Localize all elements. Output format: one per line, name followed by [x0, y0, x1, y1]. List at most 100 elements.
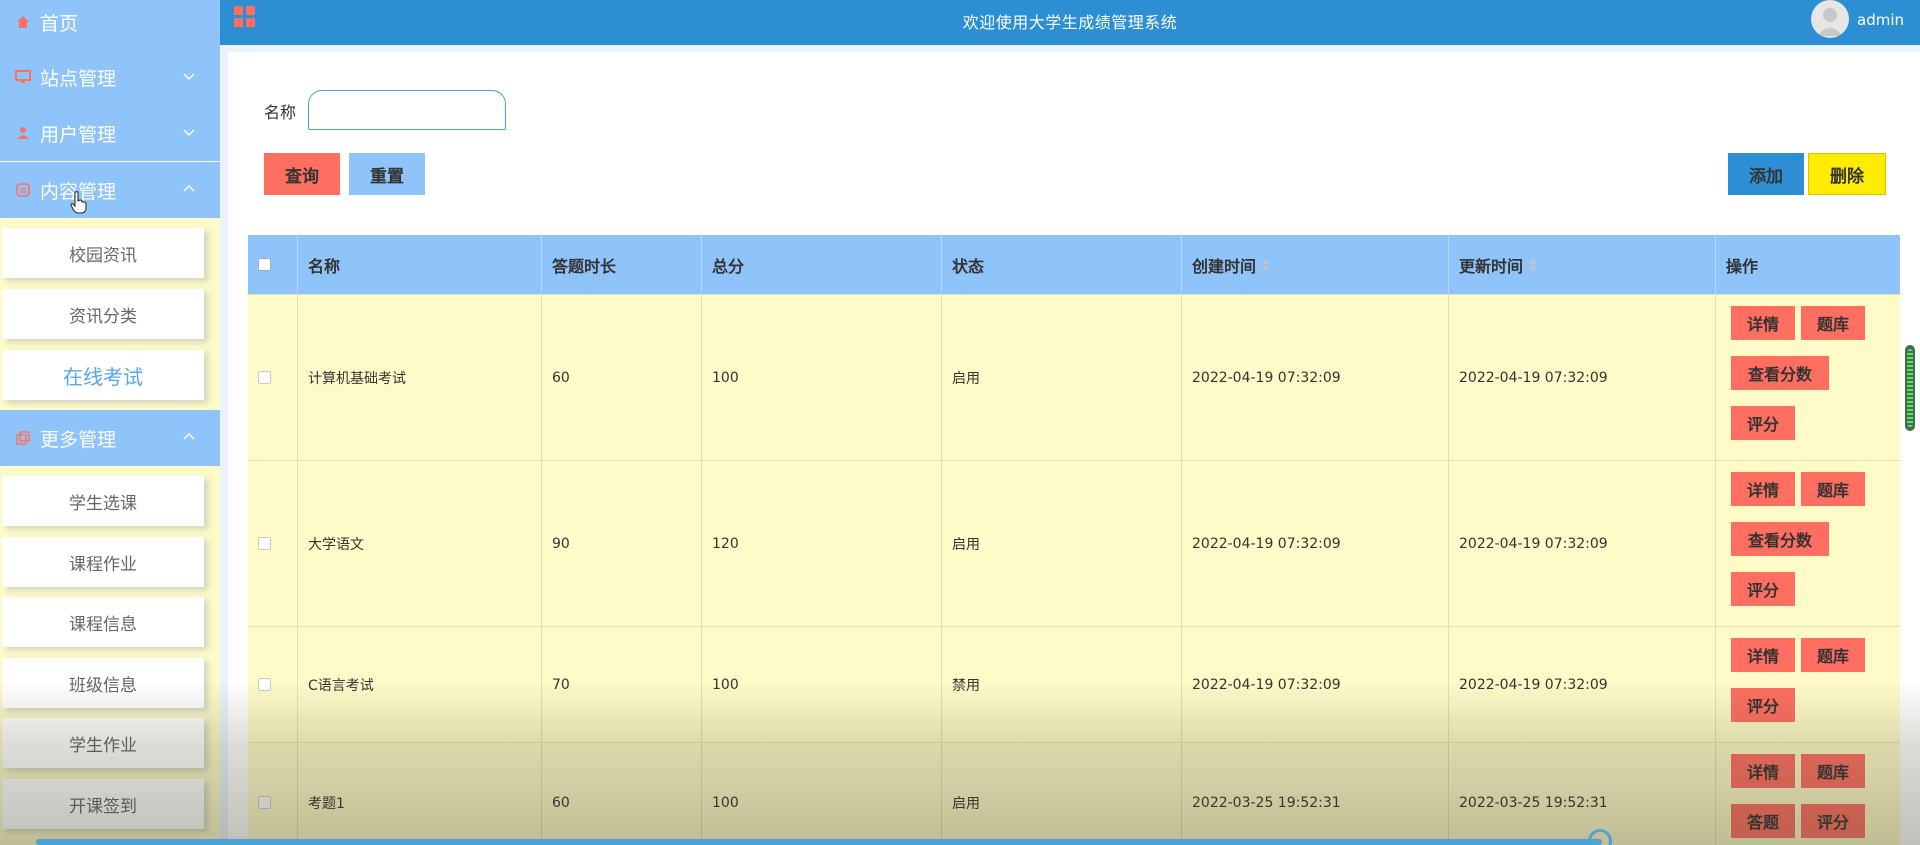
cell-actions: 详情 题库 答题 评分 [1716, 743, 1900, 845]
question-bank-button[interactable]: 题库 [1801, 472, 1865, 506]
sidebar-menu-home[interactable]: 首页 [0, 0, 220, 50]
search-input[interactable] [308, 90, 506, 130]
sidebar-item-checkin[interactable]: 开课签到 [2, 779, 204, 829]
detail-button[interactable]: 详情 [1731, 306, 1795, 340]
sidebar-menu-content[interactable]: 内容管理 [0, 162, 220, 218]
cell-updated: 2022-03-25 19:52:31 [1449, 743, 1716, 845]
cell-status: 禁用 [942, 627, 1182, 742]
question-bank-button[interactable]: 题库 [1801, 638, 1865, 672]
horizontal-scrollbar[interactable] [36, 839, 1602, 845]
cell-name: 考题1 [298, 743, 542, 845]
cell-total: 120 [702, 461, 942, 626]
sidebar-menu-users[interactable]: 用户管理 [0, 105, 220, 161]
table-row: 考题1 60 100 启用 2022-03-25 19:52:31 2022-0… [248, 743, 1900, 845]
page-title: 欢迎使用大学生成绩管理系统 [962, 13, 1178, 32]
column-header: 状态 [942, 235, 1182, 294]
sidebar-menu-label: 站点管理 [40, 67, 117, 90]
view-score-button[interactable]: 查看分数 [1731, 356, 1829, 390]
sidebar-item-online-exam[interactable]: 在线考试 [2, 350, 204, 400]
view-score-button[interactable]: 查看分数 [1731, 522, 1829, 556]
main-content: 名称 查询 重置 添加 删除 名称 答题时长 总分 状态 创建时间 更新时间 操… [228, 52, 1920, 845]
detail-button[interactable]: 详情 [1731, 472, 1795, 506]
cell-status: 启用 [942, 461, 1182, 626]
column-header-label: 更新时间 [1459, 256, 1524, 276]
column-header: 总分 [702, 235, 942, 294]
table-row: 计算机基础考试 60 100 启用 2022-04-19 07:32:09 20… [248, 295, 1900, 461]
sort-icon[interactable] [1262, 258, 1271, 271]
cell-name: 大学语文 [298, 461, 542, 626]
cell-created: 2022-04-19 07:32:09 [1182, 295, 1449, 460]
row-checkbox[interactable] [258, 678, 271, 691]
column-header: 答题时长 [542, 235, 702, 294]
sidebar-menu-label: 更多管理 [40, 428, 117, 451]
user-avatar-icon [1817, 8, 1843, 36]
grade-button[interactable]: 评分 [1731, 406, 1795, 440]
grade-button[interactable]: 评分 [1801, 804, 1865, 838]
monitor-icon [14, 68, 32, 86]
table-row: C语言考试 70 100 禁用 2022-04-19 07:32:09 2022… [248, 627, 1900, 743]
username[interactable]: admin [1857, 11, 1904, 29]
sidebar-menu-label: 首页 [40, 12, 79, 35]
column-header-updated[interactable]: 更新时间 [1449, 235, 1716, 294]
table-header: 名称 答题时长 总分 状态 创建时间 更新时间 操作 [248, 235, 1900, 295]
cell-created: 2022-04-19 07:32:09 [1182, 461, 1449, 626]
select-all-checkbox[interactable] [258, 258, 271, 271]
table-row: 大学语文 90 120 启用 2022-04-19 07:32:09 2022-… [248, 461, 1900, 627]
sidebar-menu-label: 用户管理 [40, 123, 117, 146]
grade-button[interactable]: 评分 [1731, 688, 1795, 722]
question-bank-button[interactable]: 题库 [1801, 306, 1865, 340]
question-bank-button[interactable]: 题库 [1801, 754, 1865, 788]
cell-total: 100 [702, 295, 942, 460]
sidebar-item-class-info[interactable]: 班级信息 [2, 658, 204, 708]
cell-duration: 90 [542, 461, 702, 626]
column-header-created[interactable]: 创建时间 [1182, 235, 1449, 294]
cell-actions: 详情 题库 查看分数 评分 [1716, 295, 1900, 460]
row-checkbox[interactable] [258, 537, 271, 550]
delete-button[interactable]: 删除 [1808, 153, 1886, 195]
cell-duration: 60 [542, 295, 702, 460]
cell-name: C语言考试 [298, 627, 542, 742]
row-checkbox[interactable] [258, 371, 271, 384]
sidebar-item-student-homework[interactable]: 学生作业 [2, 718, 204, 768]
cell-total: 100 [702, 743, 942, 845]
sidebar-item-news-category[interactable]: 资讯分类 [2, 289, 204, 339]
add-button[interactable]: 添加 [1728, 153, 1804, 195]
search-label: 名称 [264, 103, 297, 122]
answer-button[interactable]: 答题 [1731, 804, 1795, 838]
top-header: 欢迎使用大学生成绩管理系统 admin [220, 0, 1920, 45]
vertical-scrollbar[interactable] [1905, 345, 1915, 431]
sidebar-item-course-select[interactable]: 学生选课 [2, 476, 204, 526]
cell-updated: 2022-04-19 07:32:09 [1449, 461, 1716, 626]
cell-name: 计算机基础考试 [298, 295, 542, 460]
sort-icon[interactable] [1529, 258, 1538, 271]
detail-button[interactable]: 详情 [1731, 754, 1795, 788]
sidebar-item-course-info[interactable]: 课程信息 [2, 597, 204, 647]
sidebar-item-course-homework[interactable]: 课程作业 [2, 537, 204, 587]
avatar[interactable] [1811, 0, 1849, 38]
copy-icon [14, 429, 32, 447]
home-icon [14, 13, 32, 31]
cell-updated: 2022-04-19 07:32:09 [1449, 627, 1716, 742]
cell-created: 2022-04-19 07:32:09 [1182, 627, 1449, 742]
exam-table: 名称 答题时长 总分 状态 创建时间 更新时间 操作 计算机基础考试 60 10… [248, 235, 1900, 845]
chevron-down-icon [183, 129, 195, 137]
grade-button[interactable]: 评分 [1731, 572, 1795, 606]
cell-updated: 2022-04-19 07:32:09 [1449, 295, 1716, 460]
column-header: 名称 [298, 235, 542, 294]
chevron-down-icon [183, 73, 195, 81]
sidebar-menu-more[interactable]: 更多管理 [0, 410, 220, 466]
cell-duration: 60 [542, 743, 702, 845]
sidebar-item-campus-news[interactable]: 校园资讯 [2, 228, 204, 278]
row-checkbox[interactable] [258, 796, 271, 809]
query-button[interactable]: 查询 [264, 153, 340, 195]
user-icon [14, 124, 32, 142]
reset-button[interactable]: 重置 [349, 153, 425, 195]
sidebar: 首页 站点管理 用户管理 内容管理 校园资讯 资讯分类 在线考试 更多管理 学生… [0, 0, 220, 845]
detail-button[interactable]: 详情 [1731, 638, 1795, 672]
hand-cursor-icon [70, 191, 87, 214]
chevron-up-icon [183, 432, 195, 440]
cell-total: 100 [702, 627, 942, 742]
cell-actions: 详情 题库 评分 [1716, 627, 1900, 742]
sidebar-menu-site[interactable]: 站点管理 [0, 49, 220, 105]
cell-status: 启用 [942, 743, 1182, 845]
